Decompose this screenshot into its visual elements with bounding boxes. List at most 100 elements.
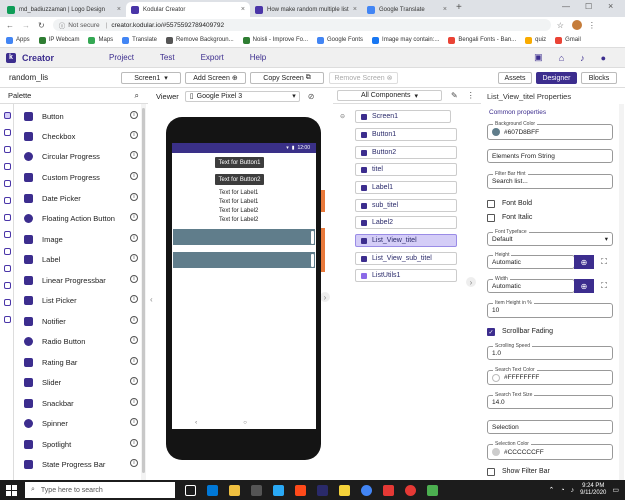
store-icon[interactable]: ⌂ xyxy=(559,53,564,63)
info-icon[interactable]: i xyxy=(130,172,138,180)
palette-item-list-picker[interactable]: List Picker i xyxy=(14,290,140,310)
palette-scrollbar[interactable] xyxy=(141,104,146,480)
social-icon[interactable] xyxy=(4,214,11,221)
blocks-button[interactable]: Blocks xyxy=(581,72,617,84)
palette-item-snackbar[interactable]: Snackbar i xyxy=(14,393,140,413)
search-icon[interactable]: ⌕ xyxy=(135,91,139,101)
palette-item-date-picker[interactable]: Date Picker i xyxy=(14,188,140,208)
tree-node-screen1[interactable]: Screen1 xyxy=(355,110,451,123)
monetization-icon[interactable] xyxy=(4,282,11,289)
photoshop-icon[interactable] xyxy=(273,484,284,496)
show-filter-bar-checkbox[interactable] xyxy=(487,468,495,476)
size-fill-parent-button[interactable]: ⛶ xyxy=(594,255,614,269)
browser-tab[interactable]: How make random multiple list × xyxy=(250,2,362,17)
bookmark-maps[interactable]: Maps xyxy=(88,36,113,44)
palette-item-fab[interactable]: Floating Action Button i xyxy=(14,208,140,228)
maps-icon[interactable] xyxy=(4,180,11,187)
taskbar-search[interactable]: ⌕ Type here to search xyxy=(25,482,175,498)
extensions-icon[interactable] xyxy=(4,316,11,323)
font-bold-checkbox[interactable] xyxy=(487,200,495,208)
store-icon[interactable] xyxy=(251,484,262,496)
add-screen-button[interactable]: Add Screen ⊕ xyxy=(185,72,246,84)
app-icon[interactable] xyxy=(339,484,350,496)
tree-node-titel[interactable]: titel xyxy=(355,163,457,176)
tree-node-list-view-sub-titel[interactable]: List_View_sub_titel xyxy=(355,252,457,265)
scrollbar-fading-checkbox[interactable]: ✓ xyxy=(487,328,495,336)
preview-list-view-sub-titel[interactable] xyxy=(172,251,316,269)
close-tab-icon[interactable]: × xyxy=(443,6,447,13)
storage-icon[interactable] xyxy=(4,231,11,238)
menu-dots-icon[interactable]: ⋮ xyxy=(467,91,475,100)
forward-icon[interactable]: → xyxy=(22,21,30,30)
info-icon[interactable]: i xyxy=(130,418,138,426)
windows-start-icon[interactable] xyxy=(6,484,17,496)
tree-node-button2[interactable]: Button2 xyxy=(355,146,457,159)
palette-item-state-progress-bar[interactable]: State Progress Bar i xyxy=(14,454,140,474)
task-view-icon[interactable] xyxy=(185,484,196,496)
height-field[interactable]: Height Automatic xyxy=(487,252,575,269)
notifications-icon[interactable]: ♪ xyxy=(580,53,585,63)
bookmark-ip-webcam[interactable]: IP Webcam xyxy=(38,36,79,44)
palette-item-checkbox[interactable]: Checkbox i xyxy=(14,126,140,146)
preview-button1[interactable]: Text for Button1 xyxy=(215,157,264,168)
properties-scrollbar[interactable] xyxy=(619,104,624,480)
menu-help[interactable]: Help xyxy=(250,53,266,62)
notifications-icon[interactable]: ▭ xyxy=(612,486,619,494)
tree-node-label2[interactable]: Label2 xyxy=(355,216,457,229)
firebase-icon[interactable] xyxy=(4,299,11,306)
palette-item-radio-button[interactable]: Radio Button i xyxy=(14,331,140,351)
bookmark-quiz[interactable]: quiz xyxy=(525,36,546,44)
chevron-right-icon[interactable]: › xyxy=(466,277,476,287)
info-icon[interactable]: i xyxy=(130,193,138,201)
app-icon[interactable] xyxy=(383,484,394,496)
selection-color-field[interactable]: Selection Color #CCCCCCFF xyxy=(487,441,613,460)
info-icon[interactable]: i xyxy=(130,151,138,159)
info-icon[interactable]: i xyxy=(130,213,138,221)
hide-icon[interactable]: ⊘ xyxy=(308,92,315,101)
assets-button[interactable]: Assets xyxy=(498,72,532,84)
drawing-icon[interactable] xyxy=(4,163,11,170)
info-icon[interactable]: i xyxy=(130,398,138,406)
palette-item-linear-progressbar[interactable]: Linear Progressbar i xyxy=(14,270,140,290)
search-text-size-field[interactable]: Search Text Size 14.0 xyxy=(487,392,613,409)
info-icon[interactable]: i xyxy=(130,377,138,385)
app-icon[interactable] xyxy=(405,484,416,496)
menu-dots-icon[interactable]: ⋮ xyxy=(588,21,596,30)
app-icon[interactable] xyxy=(427,484,438,496)
close-tab-icon[interactable]: × xyxy=(117,6,121,13)
connectivity-icon[interactable] xyxy=(4,248,11,255)
bookmark-noisli[interactable]: Noisli - Improve Fo... xyxy=(242,36,308,44)
tree-node-button1[interactable]: Button1 xyxy=(355,128,457,141)
tree-node-sub-titel[interactable]: sub_titel xyxy=(355,199,457,212)
bookmark-remove-bg[interactable]: Remove Backgroun... xyxy=(165,36,234,44)
chevron-left-icon[interactable]: ‹ xyxy=(150,295,153,304)
font-italic-checkbox[interactable] xyxy=(487,214,495,222)
reload-icon[interactable]: ↻ xyxy=(38,21,45,30)
device-select[interactable]: ▯ Google Pixel 3 ▾ xyxy=(184,90,300,102)
menu-project[interactable]: Project xyxy=(109,53,134,62)
chevron-right-icon[interactable]: › xyxy=(320,292,330,302)
size-automatic-button[interactable]: ⊕ xyxy=(574,255,594,269)
selection-field[interactable]: Selection xyxy=(487,420,613,434)
info-icon[interactable]: i xyxy=(130,131,138,139)
bookmark-translate[interactable]: Translate xyxy=(122,36,157,44)
font-typeface-select[interactable]: Font Typeface Default ▾ xyxy=(487,229,613,246)
palette-item-spotlight[interactable]: Spotlight i xyxy=(14,434,140,454)
browser-tab-active[interactable]: Kodular Creator × xyxy=(126,2,250,17)
bookmark-apps[interactable]: Apps xyxy=(6,36,30,44)
width-field[interactable]: Width Automatic xyxy=(487,276,575,293)
minimize-icon[interactable]: — xyxy=(562,2,570,11)
menu-test[interactable]: Test xyxy=(160,53,175,62)
screen-select[interactable]: Screen1 ▾ xyxy=(121,72,181,84)
palette-item-notifier[interactable]: Notifier i xyxy=(14,311,140,331)
volume-icon[interactable]: ♪ xyxy=(571,487,575,494)
tree-node-listutils1[interactable]: ListUtils1 xyxy=(355,269,457,282)
info-icon[interactable]: i xyxy=(130,234,138,242)
google-icon[interactable] xyxy=(4,265,11,272)
palette-item-image[interactable]: Image i xyxy=(14,229,140,249)
preview-list-view-titel[interactable] xyxy=(172,228,316,246)
layout-icon[interactable] xyxy=(4,129,11,136)
bookmark-image[interactable]: Image may contain:... xyxy=(372,36,439,44)
folder-icon[interactable]: ▣ xyxy=(534,52,543,63)
browser-tab[interactable]: Google Translate × xyxy=(362,2,452,17)
